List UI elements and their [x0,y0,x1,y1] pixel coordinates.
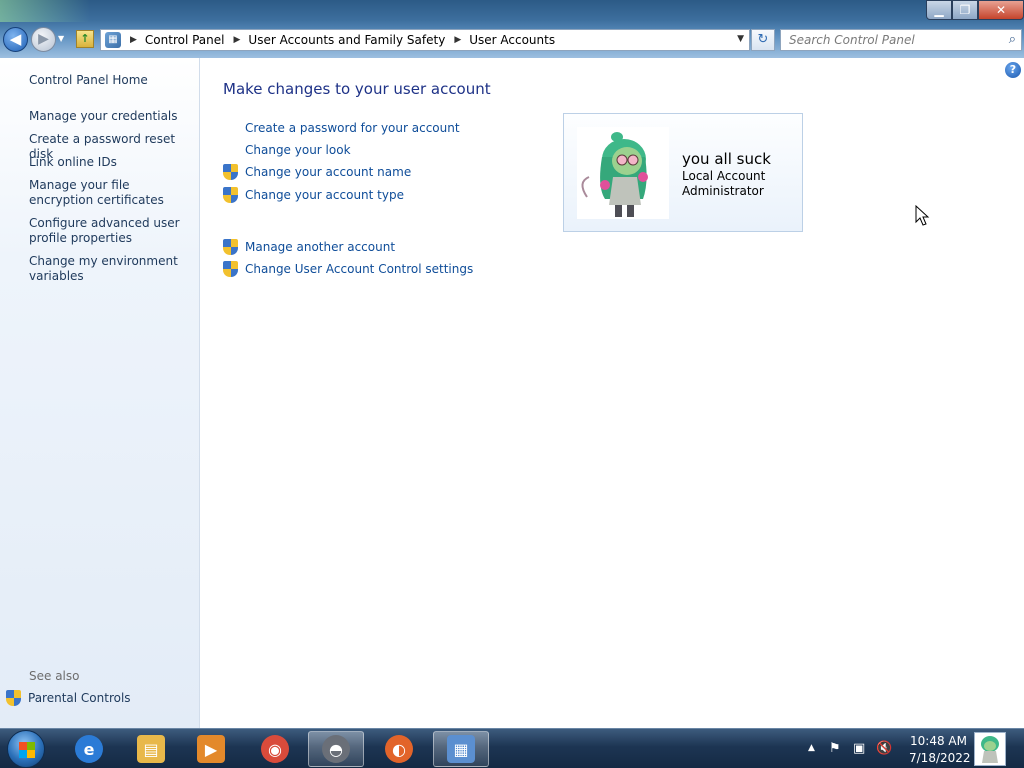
network-icon[interactable]: ▣ [853,741,865,756]
help-icon[interactable]: ? [1005,62,1021,78]
breadcrumb-separator[interactable]: ▶ [234,35,241,45]
task-change-look[interactable]: Change your look [223,141,351,159]
breadcrumb-separator[interactable]: ▶ [454,35,461,45]
account-card: you all suck Local Account Administrator [563,113,803,232]
avatar [577,127,669,219]
task-change-account-name[interactable]: Change your account name [223,163,411,181]
sidebar-item-file-encryption[interactable]: Manage your file encryption certificates [29,178,194,208]
address-bar[interactable]: ▦ ▶ Control Panel ▶ User Accounts and Fa… [100,29,750,51]
navigation-bar: ◀ ▶ ▼ ↑ ▦ ▶ Control Panel ▶ User Account… [0,26,1024,54]
page-title: Make changes to your user account [223,80,491,98]
taskbar-app-internet-explorer[interactable]: e [61,731,117,767]
sidebar-item-control-panel-home[interactable]: Control Panel Home [29,73,194,88]
media-player-icon: ▶ [197,735,225,763]
internet-explorer-icon: e [75,735,103,763]
show-hidden-icons-button[interactable]: ▲ [808,743,815,753]
chrome-icon: ◉ [261,735,289,763]
sidebar-item-link-online-ids[interactable]: Link online IDs [29,155,194,170]
task-link[interactable]: Change your account type [245,188,404,202]
parental-controls-label[interactable]: Parental Controls [28,691,131,705]
task-link[interactable]: Change your look [245,143,351,157]
task-change-account-type[interactable]: Change your account type [223,186,404,204]
sidebar-item-environment-variables[interactable]: Change my environment variables [29,254,194,284]
show-desktop-avatar[interactable] [974,732,1006,766]
forward-button[interactable]: ▶ [31,27,56,52]
task-create-password[interactable]: Create a password for your account [223,119,460,137]
control-panel-icon: ▦ [447,735,475,763]
taskbar-app-media-player[interactable]: ▶ [183,731,239,767]
close-button[interactable]: ✕ [978,0,1024,20]
control-panel-icon: ▦ [105,32,121,48]
action-center-flag-icon[interactable]: ⚑ [829,741,841,756]
folder-icon: ▤ [137,735,165,763]
account-type: Local Account [682,169,766,183]
sidebar-item-manage-credentials[interactable]: Manage your credentials [29,109,194,124]
search-box[interactable]: ⌕ [780,29,1022,51]
sidebar-item-parental-controls[interactable]: Parental Controls [6,690,131,706]
title-sheen [0,0,90,22]
task-uac-settings[interactable]: Change User Account Control settings [223,260,473,278]
taskbar-app-control-panel[interactable]: ▦ [433,731,489,767]
see-also-heading: See also [29,669,80,683]
taskbar-app-windows-explorer[interactable]: ▤ [123,731,179,767]
taskbar-app-raccoon[interactable]: ◓ [308,731,364,767]
task-manage-another-account[interactable]: Manage another account [223,238,395,256]
back-button[interactable]: ◀ [3,27,28,52]
uac-shield-icon [223,239,238,255]
maximize-button[interactable]: ❐ [952,0,978,20]
refresh-button[interactable]: ↻ [751,29,775,51]
sidebar-item-advanced-profile[interactable]: Configure advanced user profile properti… [29,216,194,246]
breadcrumb-user-accounts[interactable]: User Accounts [469,33,555,47]
address-dropdown-icon[interactable]: ▼ [737,34,744,44]
breadcrumb-separator[interactable]: ▶ [130,35,137,45]
window-title-bar: ▁ ❐ ✕ ◀ ▶ ▼ ↑ ▦ ▶ Control Panel ▶ User A… [0,0,1024,58]
up-folder-icon[interactable]: ↑ [76,30,94,48]
breadcrumb-user-accounts-family-safety[interactable]: User Accounts and Family Safety [248,33,445,47]
task-link[interactable]: Change your account name [245,165,411,179]
breadcrumb-control-panel[interactable]: Control Panel [145,33,225,47]
task-link[interactable]: Manage another account [245,240,395,254]
minimize-button[interactable]: ▁ [926,0,952,20]
taskbar-app-chrome[interactable]: ◉ [247,731,303,767]
uac-shield-icon [223,187,238,203]
sidebar: Control Panel Home Manage your credentia… [0,58,200,728]
search-input[interactable] [781,30,991,50]
raccoon-icon: ◓ [322,735,350,763]
mouse-cursor-icon [915,205,930,226]
main-content: ? Make changes to your user account Crea… [201,58,1024,728]
firefox-icon: ◐ [385,735,413,763]
account-name: you all suck [682,150,771,168]
windows-logo-icon [19,742,35,758]
recent-pages-dropdown[interactable]: ▼ [58,34,64,43]
task-link[interactable]: Change User Account Control settings [245,262,473,276]
taskbar-app-firefox[interactable]: ◐ [371,731,427,767]
search-icon[interactable]: ⌕ [1009,32,1016,47]
uac-shield-icon [6,690,21,706]
taskbar: e ▤ ▶ ◉ ◓ ◐ ▦ ▲ ⚑ ▣ 🔇 10:48 AM 7/18/2022 [0,728,1024,768]
window-controls: ▁ ❐ ✕ [926,0,1024,20]
volume-muted-icon[interactable]: 🔇 [876,741,892,756]
account-role: Administrator [682,184,764,198]
clock-time[interactable]: 10:48 AM [910,734,967,748]
task-link[interactable]: Create a password for your account [245,121,460,135]
uac-shield-icon [223,261,238,277]
start-button[interactable] [7,730,45,768]
uac-shield-icon [223,164,238,180]
clock-date[interactable]: 7/18/2022 [909,751,971,765]
